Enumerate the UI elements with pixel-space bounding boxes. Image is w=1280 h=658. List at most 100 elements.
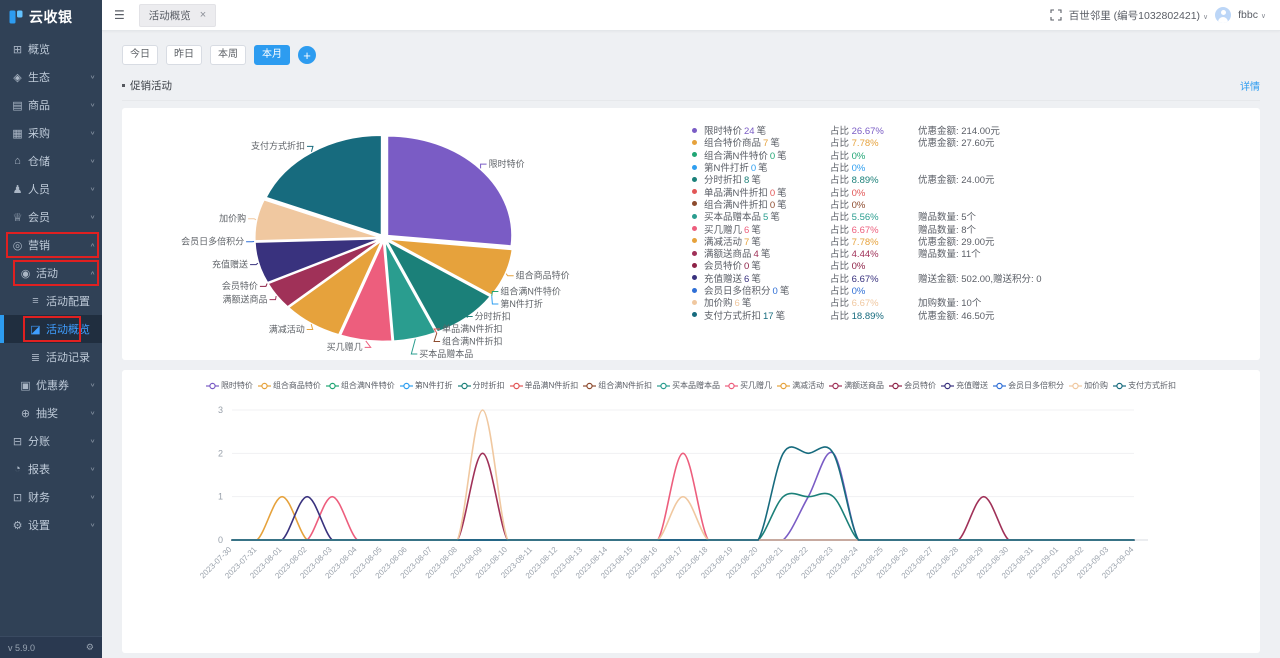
stat-dot — [692, 312, 697, 318]
gear-icon[interactable]: ⚙ — [86, 642, 94, 653]
legend-marker-icon — [1113, 382, 1127, 389]
pie-label: 充值赠送 — [212, 258, 248, 269]
sidebar-item-goods[interactable]: ▤ 商品 ∨ — [0, 91, 102, 119]
stat-row: 组合特价商品 7 笔占比 7.78% 优惠金额: 27.60元 — [692, 136, 1250, 150]
sidebar-item-warehouse[interactable]: ⌂ 仓储 ∨ — [0, 147, 102, 175]
legend-item-满减活动[interactable]: 满减活动 — [777, 380, 824, 391]
sidebar-item-purchase[interactable]: ▦ 采购 ∨ — [0, 119, 102, 147]
stat-row: 会员特价 0 笔占比 0% — [692, 259, 1250, 272]
filter-button-1[interactable]: 昨日 — [166, 45, 202, 65]
sidebar-item-label: 活动配置 — [46, 296, 90, 308]
detail-link[interactable]: 详情 — [1240, 78, 1260, 93]
pie-label: 单品满N件折扣 — [442, 323, 503, 334]
stat-extra: 优惠金额: 27.60元 — [918, 138, 995, 150]
user-menu[interactable]: fbbc ∨ — [1238, 9, 1266, 21]
legend-item-会员日多倍积分[interactable]: 会员日多倍积分 — [993, 380, 1064, 391]
legend-item-充值赠送[interactable]: 充值赠送 — [941, 380, 988, 391]
line-series-满减活动 — [231, 495, 1135, 541]
legend-item-买几赠几[interactable]: 买几赠几 — [725, 380, 772, 391]
stat-row: 第N件打折 0 笔占比 0% — [692, 161, 1250, 174]
sidebar-item-overview[interactable]: ⊞ 概览 — [0, 35, 102, 63]
stat-dot — [692, 299, 697, 305]
legend-item-满额送商品[interactable]: 满额送商品 — [829, 380, 884, 391]
y-axis-tick: 1 — [218, 492, 223, 502]
sidebar-item-activity-overview[interactable]: ◪ 活动概览 — [0, 315, 102, 343]
stat-dot — [692, 238, 697, 244]
legend-item-支付方式折扣[interactable]: 支付方式折扣 — [1113, 380, 1176, 391]
sidebar-item-finance[interactable]: ⊡ 财务 ∨ — [0, 483, 102, 511]
legend-label: 买几赠几 — [740, 381, 773, 390]
sidebar-item-settings[interactable]: ⚙ 设置 ∨ — [0, 511, 102, 539]
legend-item-买本品赠本品[interactable]: 买本品赠本品 — [657, 380, 720, 391]
legend-item-组合商品特价[interactable]: 组合商品特价 — [257, 380, 321, 391]
sidebar: 云收银 ⊞ 概览 ◈ 生态 ∨ ▤ 商品 ∨ ▦ 采购 ∨ ⌂ 仓储 ∨ ♟ 人员 ∨ ♕ 会员 ∨ ◎ 营销 ∧ ◉ 活动 ∧ ≡… — [0, 0, 102, 658]
sidebar-item-split-account[interactable]: ⊟ 分账 ∨ — [0, 427, 102, 455]
stat-row: 加价购 6 笔占比 6.67% 加购数量: 10个 — [692, 296, 1250, 309]
line-series-分时折扣 — [231, 492, 1135, 541]
finance-icon: ⊡ — [12, 491, 23, 504]
add-filter-button[interactable]: + — [298, 46, 316, 64]
legend-label: 第N件打折 — [414, 381, 453, 390]
legend-marker-icon — [889, 382, 903, 389]
line-chart: 0 1 2 3 2023-07-30 2023-07-31 2023-08-01 2023-0… — [122, 395, 1260, 610]
sidebar-item-report[interactable]: ◔ 报表 ∨ — [0, 455, 102, 483]
chevron-down-icon: ∨ — [89, 494, 96, 500]
sidebar-collapse-icon[interactable]: ☰ — [114, 8, 125, 22]
sidebar-item-label: 抽奖 — [36, 408, 58, 420]
legend-label: 充值赠送 — [956, 381, 989, 390]
legend-marker-icon — [205, 382, 219, 389]
pie-label-line — [259, 283, 268, 287]
store-selector[interactable]: 百世邻里 (编号1032802421) ∨ — [1069, 8, 1208, 23]
sidebar-item-ecosystem[interactable]: ◈ 生态 ∨ — [0, 63, 102, 91]
legend-marker-icon — [399, 382, 413, 389]
pie-label: 第N件打折 — [500, 298, 543, 309]
topbar-right: 百世邻里 (编号1032802421) ∨ fbbc ∨ — [1050, 7, 1280, 23]
marketing-icon: ◎ — [12, 239, 23, 252]
legend-marker-icon — [941, 382, 955, 389]
filter-button-3[interactable]: 本月 — [254, 45, 290, 65]
sidebar-item-activity-record[interactable]: ≣ 活动记录 — [0, 343, 102, 371]
stat-row: 满减活动 7 笔占比 7.78% 优惠金额: 29.00元 — [692, 235, 1250, 248]
filter-button-2[interactable]: 本周 — [210, 45, 246, 65]
line-chart-legend: 限时特价 组合商品特价 组合满N件特价 第N件打折 分时折扣 单品满N件折扣 组合满N件折扣… — [122, 380, 1260, 391]
sidebar-item-label: 设置 — [28, 520, 50, 532]
sidebar-item-label: 优惠券 — [36, 380, 69, 392]
y-axis-tick: 0 — [218, 535, 223, 545]
sidebar-item-marketing[interactable]: ◎ 营销 ∧ — [0, 231, 102, 259]
stat-row: 分时折扣 8 笔占比 8.89% 优惠金额: 24.00元 — [692, 173, 1250, 186]
sidebar-item-staff[interactable]: ♟ 人员 ∨ — [0, 175, 102, 203]
sidebar-item-coupon[interactable]: ▣ 优惠券 ∨ — [0, 371, 102, 399]
stat-row: 组合满N件特价 0 笔占比 0% — [692, 149, 1250, 162]
sidebar-item-member[interactable]: ♕ 会员 ∨ — [0, 203, 102, 231]
filter-button-0[interactable]: 今日 — [122, 45, 158, 65]
tab-close-icon[interactable]: × — [200, 9, 206, 21]
legend-item-加价购[interactable]: 加价购 — [1069, 380, 1108, 391]
sidebar-item-label: 财务 — [28, 492, 50, 504]
overview-icon: ⊞ — [12, 43, 23, 56]
stat-share-value: 18.89% — [851, 310, 884, 322]
sidebar-item-activity-config[interactable]: ≡ 活动配置 — [0, 287, 102, 315]
pie-label-line — [306, 145, 314, 152]
legend-item-组合满N件特价[interactable]: 组合满N件特价 — [325, 380, 395, 391]
legend-marker-icon — [829, 382, 843, 389]
stat-dot — [692, 262, 697, 268]
fullscreen-icon[interactable] — [1050, 9, 1062, 21]
stat-extra: 赠品数量: 11个 — [918, 249, 981, 261]
stat-extra: 赠送金额: 502.00,赠送积分: 0 — [918, 273, 1042, 285]
legend-item-分时折扣[interactable]: 分时折扣 — [457, 380, 505, 391]
legend-item-单品满N件折扣[interactable]: 单品满N件折扣 — [509, 380, 578, 391]
legend-item-组合满N件折扣[interactable]: 组合满N件折扣 — [583, 380, 652, 391]
tab-activity-overview[interactable]: 活动概览 × — [138, 3, 217, 27]
legend-item-会员特价[interactable]: 会员特价 — [889, 380, 936, 391]
app-name: 云收银 — [29, 9, 73, 25]
purchase-icon: ▦ — [12, 127, 23, 140]
pie-label: 买本品赠本品 — [419, 348, 473, 359]
sidebar-item-activity[interactable]: ◉ 活动 ∧ — [0, 259, 102, 287]
sidebar-item-lottery[interactable]: ⊕ 抽奖 ∨ — [0, 399, 102, 427]
chevron-down-icon: ∨ — [89, 74, 96, 80]
legend-marker-icon — [457, 382, 471, 389]
pie-slice-限时特价[interactable] — [387, 135, 513, 247]
stat-dot — [692, 176, 697, 182]
legend-item-限时特价[interactable]: 限时特价 — [205, 380, 253, 391]
legend-item-第N件打折[interactable]: 第N件打折 — [399, 380, 453, 391]
